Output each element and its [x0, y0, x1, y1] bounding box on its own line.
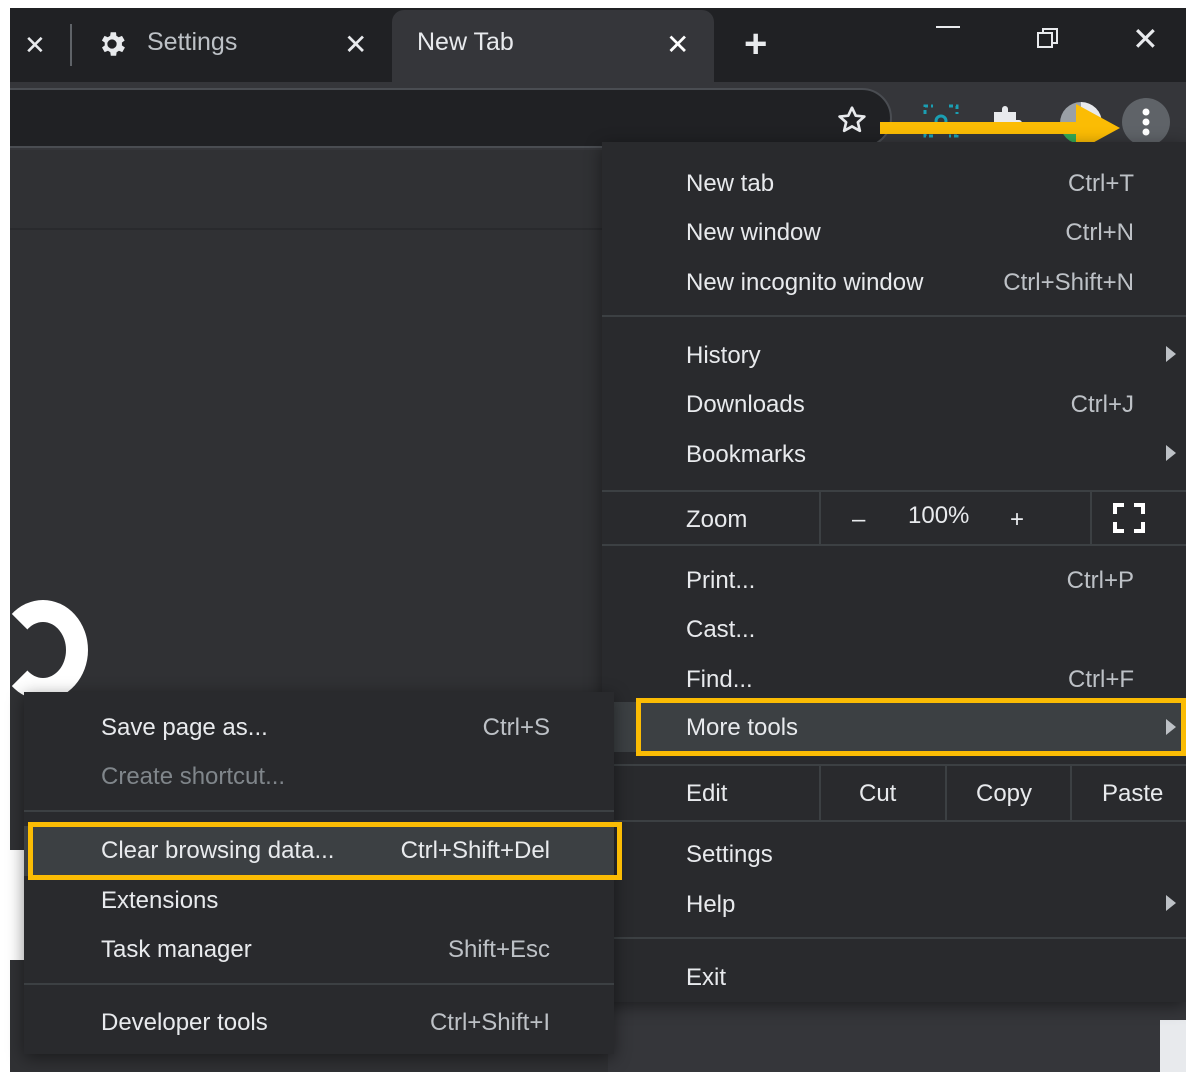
paste-button[interactable]: Paste: [1102, 780, 1163, 808]
menu-shortcut: Ctrl+P: [1066, 567, 1134, 594]
menu-item-history[interactable]: History: [602, 332, 1186, 380]
menu-item-settings[interactable]: Settings: [602, 831, 1186, 879]
menu-shortcut: Ctrl+J: [1070, 391, 1134, 418]
logo-fragment-bar: [10, 850, 24, 960]
menu-item-developer-tools[interactable]: Developer tools Ctrl+Shift+I: [24, 999, 614, 1047]
menu-label: Extensions: [101, 887, 219, 914]
menu-item-print[interactable]: Print... Ctrl+P: [602, 557, 1186, 605]
chevron-right-icon: [1166, 445, 1176, 461]
menu-shortcut: Shift+Esc: [447, 936, 550, 963]
menu-item-find[interactable]: Find... Ctrl+F: [602, 656, 1186, 704]
menu-separator: [602, 820, 1186, 822]
menu-shortcut: Ctrl+T: [1068, 170, 1134, 197]
tab-separator: [70, 24, 72, 66]
close-icon[interactable]: ✕: [344, 28, 367, 61]
menu-item-zoom: Zoom – 100% +: [602, 492, 1186, 544]
annotation-arrow-shaft: [880, 122, 1080, 134]
chrome-menu: New tab Ctrl+T New window Ctrl+N New inc…: [602, 142, 1186, 1002]
menu-label: Create shortcut...: [101, 763, 286, 790]
zoom-level: 100%: [908, 502, 970, 529]
menu-label: New tab: [686, 170, 775, 197]
more-vert-icon: [1142, 108, 1150, 136]
menu-button[interactable]: [1122, 98, 1170, 146]
menu-label: Zoom: [686, 506, 748, 533]
menu-label: Edit: [686, 780, 728, 807]
restore-icon[interactable]: [1036, 26, 1060, 50]
menu-item-create-shortcut: Create shortcut...: [24, 753, 614, 801]
menu-item-save-page-as[interactable]: Save page as... Ctrl+S: [24, 704, 614, 752]
page-header: [10, 150, 608, 230]
menu-shortcut: Ctrl+F: [1068, 666, 1134, 693]
menu-separator: [945, 766, 947, 820]
highlight-box-more-tools: [636, 698, 1186, 756]
more-tools-submenu: Save page as... Ctrl+S Create shortcut..…: [24, 692, 622, 1054]
star-icon[interactable]: [836, 104, 868, 136]
gear-icon: [101, 32, 125, 56]
menu-label: Downloads: [686, 391, 805, 418]
scrollbar[interactable]: [1160, 1020, 1186, 1072]
menu-shortcut: Ctrl+Shift+N: [1003, 269, 1134, 296]
menu-shortcut: Ctrl+Shift+I: [429, 1009, 550, 1036]
menu-item-exit[interactable]: Exit: [602, 954, 1186, 1002]
menu-label: Settings: [686, 841, 773, 868]
menu-label: Save page as...: [101, 714, 268, 741]
menu-item-new-tab[interactable]: New tab Ctrl+T: [602, 160, 1186, 208]
menu-label: Developer tools: [101, 1009, 268, 1036]
address-bar[interactable]: [10, 88, 892, 148]
menu-item-extensions[interactable]: Extensions: [24, 877, 614, 925]
highlight-box-clear-browsing-data: [28, 822, 622, 880]
menu-separator: [602, 315, 1186, 317]
menu-label: Print...: [686, 567, 756, 594]
menu-separator: [1090, 492, 1092, 544]
chevron-right-icon: [1166, 346, 1176, 362]
copy-button[interactable]: Copy: [976, 780, 1032, 808]
menu-label: Help: [686, 891, 736, 918]
zoom-in-button[interactable]: +: [1010, 506, 1024, 534]
menu-item-downloads[interactable]: Downloads Ctrl+J: [602, 381, 1186, 429]
tab-label: New Tab: [417, 28, 514, 56]
menu-shortcut: Ctrl+S: [482, 714, 550, 741]
menu-item-new-incognito-window[interactable]: New incognito window Ctrl+Shift+N: [602, 259, 1186, 307]
tab-strip: ✕ Settings ✕ New Tab ✕ + ✕: [10, 8, 1186, 82]
chevron-right-icon: [1166, 895, 1176, 911]
cut-button[interactable]: Cut: [859, 780, 896, 808]
fullscreen-icon[interactable]: [1112, 502, 1146, 534]
menu-separator: [24, 983, 614, 985]
menu-separator: [602, 937, 1186, 939]
minimize-icon[interactable]: [936, 26, 960, 28]
menu-separator: [1070, 766, 1072, 820]
menu-item-bookmarks[interactable]: Bookmarks: [602, 431, 1186, 479]
tab-new-tab[interactable]: New Tab ✕: [392, 10, 714, 82]
tab-settings[interactable]: Settings: [147, 28, 237, 57]
zoom-out-button[interactable]: –: [852, 506, 865, 534]
menu-label: New window: [686, 219, 821, 246]
menu-label: Find...: [686, 666, 753, 693]
menu-label: History: [686, 342, 761, 369]
menu-item-edit: Edit Cut Copy Paste: [602, 766, 1186, 820]
menu-item-help[interactable]: Help: [602, 881, 1186, 929]
close-icon[interactable]: ✕: [666, 28, 689, 61]
menu-separator: [602, 544, 1186, 546]
menu-label: Bookmarks: [686, 441, 807, 468]
menu-label: Task manager: [101, 936, 252, 963]
menu-label: New incognito window: [686, 269, 924, 296]
menu-item-new-window[interactable]: New window Ctrl+N: [602, 209, 1186, 257]
menu-label: Cast...: [686, 616, 756, 643]
menu-label: Exit: [686, 964, 727, 991]
menu-item-cast[interactable]: Cast...: [602, 606, 1186, 654]
close-icon[interactable]: ✕: [24, 30, 46, 61]
close-icon[interactable]: ✕: [1132, 20, 1159, 58]
plus-icon[interactable]: +: [744, 22, 767, 67]
menu-separator: [819, 766, 821, 820]
menu-separator: [24, 810, 614, 812]
menu-separator: [819, 492, 821, 544]
toolbar: [10, 82, 1186, 152]
menu-shortcut: Ctrl+N: [1065, 219, 1134, 246]
menu-item-task-manager[interactable]: Task manager Shift+Esc: [24, 926, 614, 974]
